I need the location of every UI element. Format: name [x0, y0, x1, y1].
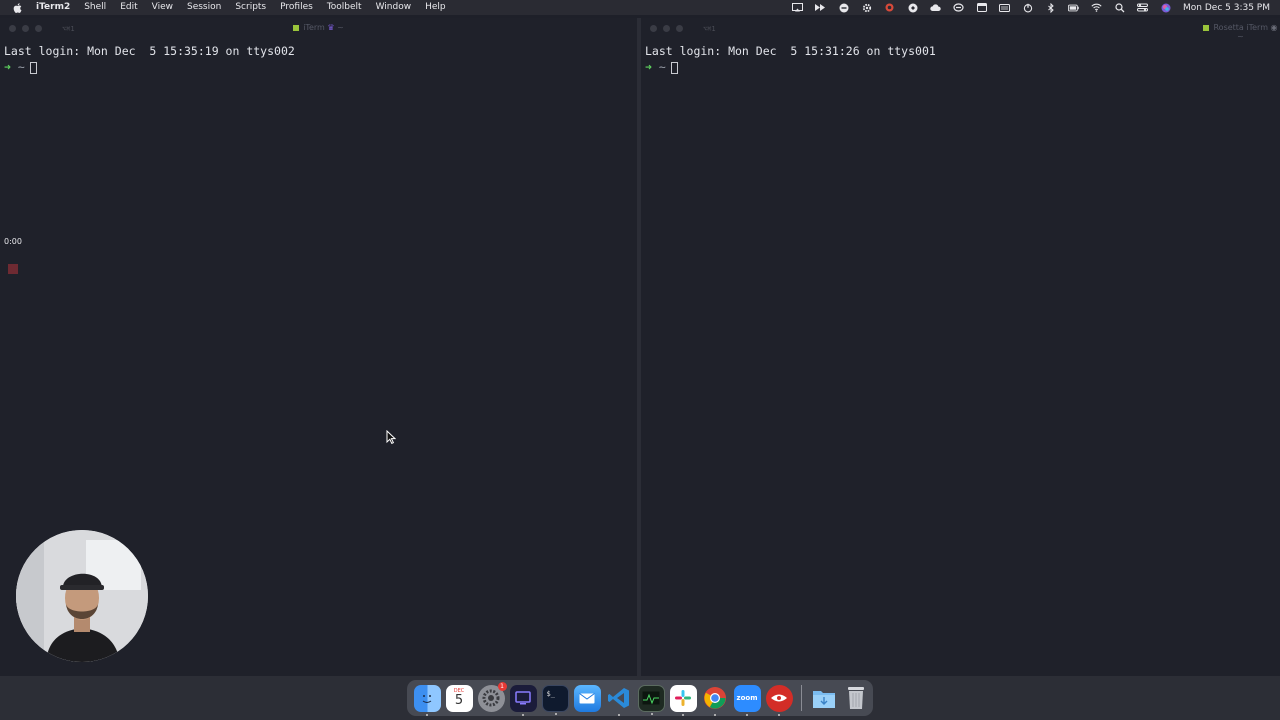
menu-bar: iTerm2 Shell Edit View Session Scripts P…	[0, 0, 1280, 15]
mouse-pointer-icon	[386, 430, 396, 444]
dock: DEC 5 1 $_ zoom	[407, 680, 873, 716]
recording-timer: 0:00	[4, 237, 22, 246]
prompt-arrow-icon: ➜	[645, 60, 652, 74]
minus-circle-icon[interactable]	[838, 3, 849, 12]
keyboard-icon[interactable]	[999, 3, 1011, 12]
screen-recorder-icon[interactable]	[509, 684, 537, 716]
fast-forward-icon[interactable]	[815, 3, 826, 12]
text-cursor	[29, 61, 37, 74]
text-cursor	[670, 61, 678, 74]
downloads-folder-icon[interactable]	[811, 685, 838, 712]
last-login-line: Last login: Mon Dec 5 15:31:26 on ttys00…	[645, 44, 936, 58]
activity-monitor-icon[interactable]	[637, 684, 665, 715]
zoom-app-icon[interactable]: zoom	[733, 684, 761, 716]
profile-icon: ♛	[327, 23, 335, 32]
vscode-icon[interactable]	[606, 685, 633, 716]
prompt-line[interactable]: ➜ ~	[4, 59, 637, 75]
siri-icon[interactable]	[1160, 3, 1171, 12]
menu-shell[interactable]: Shell	[77, 0, 113, 15]
last-login-line: Last login: Mon Dec 5 15:35:19 on ttys00…	[4, 44, 295, 58]
calendar-app-icon[interactable]: DEC 5	[445, 684, 473, 712]
window-titlebar[interactable]: ⌥⌘1 Rosetta iTerm ◉ ~	[641, 18, 1280, 41]
power-icon[interactable]	[1022, 3, 1033, 12]
notification-badge: 1	[497, 681, 507, 691]
menu-scripts[interactable]: Scripts	[228, 0, 273, 15]
menu-view[interactable]: View	[145, 0, 180, 15]
terminal-prompt-glyph: $_	[546, 689, 555, 698]
battery-icon[interactable]	[1068, 3, 1079, 12]
prompt-dir: ~	[17, 60, 25, 74]
vpn-shield-icon[interactable]	[953, 3, 964, 12]
apple-icon[interactable]	[12, 2, 24, 14]
calendar-day: 5	[454, 693, 464, 708]
system-settings-icon[interactable]: 1	[477, 681, 507, 712]
window-title-text: iTerm	[303, 23, 325, 32]
menu-session[interactable]: Session	[180, 0, 228, 15]
search-icon[interactable]	[1114, 2, 1125, 12]
presenter-video	[16, 530, 148, 662]
menu-toolbelt[interactable]: Toolbelt	[320, 0, 369, 15]
terminal-output[interactable]: Last login: Mon Dec 5 15:35:19 on ttys00…	[0, 39, 637, 75]
window-title: Rosetta iTerm ◉ ~	[641, 23, 1280, 41]
menubar-clock[interactable]: Mon Dec 5 3:35 PM	[1183, 3, 1270, 13]
window-title-text: Rosetta iTerm	[1213, 23, 1268, 32]
bluetooth-icon[interactable]	[1045, 2, 1056, 13]
finder-icon[interactable]	[413, 684, 441, 716]
window-title-dir: ~	[337, 23, 344, 32]
window-titlebar[interactable]: ⌥⌘1 iTerm ♛ ~	[0, 18, 637, 39]
prompt-dir: ~	[658, 60, 666, 74]
menu-profiles[interactable]: Profiles	[273, 0, 320, 15]
terminal-icon	[293, 24, 300, 31]
wifi-icon[interactable]	[1091, 3, 1102, 12]
terminal-window-right[interactable]: ⌥⌘1 Rosetta iTerm ◉ ~ Last login: Mon De…	[641, 18, 1280, 676]
window-title: iTerm ♛ ~	[0, 23, 637, 32]
mail-icon[interactable]	[573, 684, 601, 712]
stop-recording-button[interactable]	[8, 264, 18, 274]
profile-icon: ◉	[1270, 23, 1278, 32]
webcam-overlay[interactable]	[16, 530, 148, 662]
prompt-line[interactable]: ➜ ~	[645, 59, 1280, 75]
terminal-app-icon[interactable]: $_	[541, 684, 569, 715]
control-center-icon[interactable]	[1137, 3, 1149, 12]
prompt-arrow-icon: ➜	[4, 60, 11, 74]
menu-window[interactable]: Window	[369, 0, 419, 15]
sync-icon[interactable]	[907, 3, 918, 12]
menu-edit[interactable]: Edit	[113, 0, 144, 15]
calendar-menu-icon[interactable]	[976, 3, 987, 12]
zoom-label: zoom	[736, 694, 758, 702]
chrome-icon[interactable]	[702, 685, 729, 716]
creative-cloud-icon[interactable]	[884, 3, 895, 12]
menu-app-iterm2[interactable]: iTerm2	[34, 0, 77, 15]
terminal-icon	[1203, 24, 1210, 31]
terminal-output[interactable]: Last login: Mon Dec 5 15:31:26 on ttys00…	[641, 39, 1280, 75]
dock-separator	[801, 685, 802, 711]
window-title-dir: ~	[1237, 32, 1244, 41]
gear-icon[interactable]	[861, 3, 872, 12]
cloud-icon[interactable]	[930, 3, 941, 12]
screen-mirror-icon[interactable]	[792, 3, 804, 12]
slack-icon[interactable]	[669, 684, 697, 716]
lastpass-icon[interactable]	[765, 684, 793, 716]
menu-help[interactable]: Help	[418, 0, 453, 15]
trash-icon[interactable]	[843, 685, 870, 712]
